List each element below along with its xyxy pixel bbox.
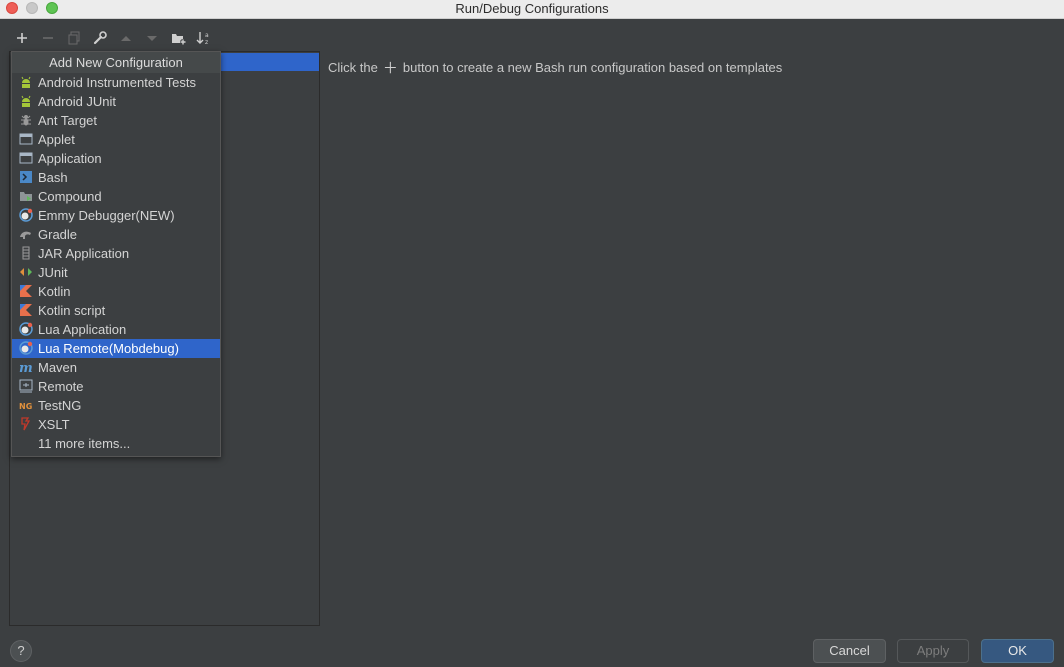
config-type-item[interactable]: XSLT (12, 415, 220, 434)
message-text-after: button to create a new Bash run configur… (402, 60, 783, 75)
config-type-label: Android JUnit (38, 94, 117, 109)
move-up-button[interactable] (116, 28, 136, 48)
config-type-item[interactable]: Application (12, 149, 220, 168)
title-bar: Run/Debug Configurations (0, 0, 1064, 19)
copy-icon (68, 31, 80, 45)
svg-text:NG: NG (19, 402, 32, 411)
config-type-label: JUnit (38, 265, 68, 280)
edit-templates-button[interactable] (90, 28, 110, 48)
sort-button[interactable]: az (194, 28, 214, 48)
config-type-label: Android Instrumented Tests (38, 75, 197, 90)
config-type-label: Bash (38, 170, 68, 185)
add-new-configuration-popup: Add New Configuration Android Instrument… (11, 51, 221, 457)
new-folder-button[interactable] (168, 28, 188, 48)
config-type-label: Kotlin script (38, 303, 106, 318)
config-type-item[interactable]: Kotlin script (12, 301, 220, 320)
remove-icon (43, 37, 53, 39)
sort-icon: az (196, 32, 209, 45)
config-type-label: 11 more items... (38, 436, 131, 451)
xslt-icon (19, 417, 33, 431)
junit-icon (19, 265, 33, 279)
config-type-label: Maven (38, 360, 78, 375)
config-type-label: Ant Target (38, 113, 98, 128)
add-button[interactable] (12, 28, 32, 48)
wrench-icon (93, 31, 107, 45)
window-title: Run/Debug Configurations (455, 1, 609, 16)
ok-button[interactable]: OK (981, 639, 1054, 663)
svg-text:a: a (205, 32, 209, 39)
move-down-button[interactable] (142, 28, 162, 48)
config-type-item[interactable]: Bash (12, 168, 220, 187)
svg-text:z: z (205, 39, 208, 45)
help-button[interactable]: ? (10, 640, 32, 662)
config-type-item[interactable]: Android Instrumented Tests (12, 73, 220, 92)
config-type-label: XSLT (38, 417, 70, 432)
config-type-item[interactable]: Compound (12, 187, 220, 206)
config-type-item[interactable]: Gradle (12, 225, 220, 244)
config-type-label: Application (38, 151, 102, 166)
config-type-label: Emmy Debugger(NEW) (38, 208, 175, 223)
config-type-item[interactable]: Android JUnit (12, 92, 220, 111)
config-type-item[interactable]: Applet (12, 130, 220, 149)
remove-button[interactable] (38, 28, 58, 48)
config-type-item[interactable]: Lua Application (12, 320, 220, 339)
config-type-item[interactable]: Lua Remote(Mobdebug) (12, 339, 220, 358)
maven-icon: m (19, 360, 33, 376)
emmy-debugger-icon (19, 208, 33, 222)
config-type-label: JAR Application (38, 246, 130, 261)
popup-header: Add New Configuration (12, 52, 220, 73)
bash-icon (19, 170, 33, 184)
cancel-button[interactable]: Cancel (813, 639, 886, 663)
gradle-icon (19, 227, 33, 241)
android-icon (19, 75, 33, 89)
tree-selected-row[interactable] (221, 53, 319, 71)
message-text-before: Click the (328, 60, 378, 75)
config-type-item[interactable]: Kotlin (12, 282, 220, 301)
config-type-item[interactable]: 11 more items... (12, 434, 220, 453)
compound-icon (19, 189, 33, 203)
new-folder-icon (171, 33, 186, 45)
config-type-label: Gradle (38, 227, 78, 242)
config-type-label: Lua Application (38, 322, 127, 337)
applet-icon (19, 132, 33, 146)
testng-icon: NG (19, 398, 33, 412)
plus-icon: ＋ (382, 60, 398, 77)
config-type-label: Applet (38, 132, 75, 147)
config-type-item[interactable]: Emmy Debugger(NEW) (12, 206, 220, 225)
apply-button[interactable]: Apply (897, 639, 969, 663)
application-icon (19, 151, 33, 165)
config-type-item[interactable]: JAR Application (12, 244, 220, 263)
config-type-label: Kotlin (38, 284, 71, 299)
kotlin-script-icon (19, 303, 33, 317)
config-type-item[interactable]: Remote (12, 377, 220, 396)
jar-icon (19, 246, 33, 260)
config-type-item[interactable]: JUnit (12, 263, 220, 282)
config-type-label: Compound (38, 189, 102, 204)
move-up-icon (121, 36, 131, 41)
config-type-label: Lua Remote(Mobdebug) (38, 341, 179, 356)
config-type-label: TestNG (38, 398, 82, 413)
add-icon (17, 33, 27, 43)
config-type-label: Remote (38, 379, 84, 394)
svg-text:m: m (19, 361, 33, 374)
android-icon (19, 94, 33, 108)
kotlin-icon (19, 284, 33, 298)
move-down-icon (147, 36, 157, 41)
ant-icon (19, 113, 33, 127)
remote-icon (19, 379, 33, 393)
copy-button[interactable] (64, 28, 84, 48)
empty-state-message: Click the ＋ button to create a new Bash … (328, 57, 782, 78)
lua-icon (19, 322, 33, 336)
config-type-item[interactable]: m Maven (12, 358, 220, 377)
config-type-item[interactable]: NG TestNG (12, 396, 220, 415)
configuration-type-list: Android Instrumented Tests Android JUnit A… (12, 73, 220, 453)
config-type-item[interactable]: Ant Target (12, 111, 220, 130)
lua-remote-icon (19, 341, 33, 355)
